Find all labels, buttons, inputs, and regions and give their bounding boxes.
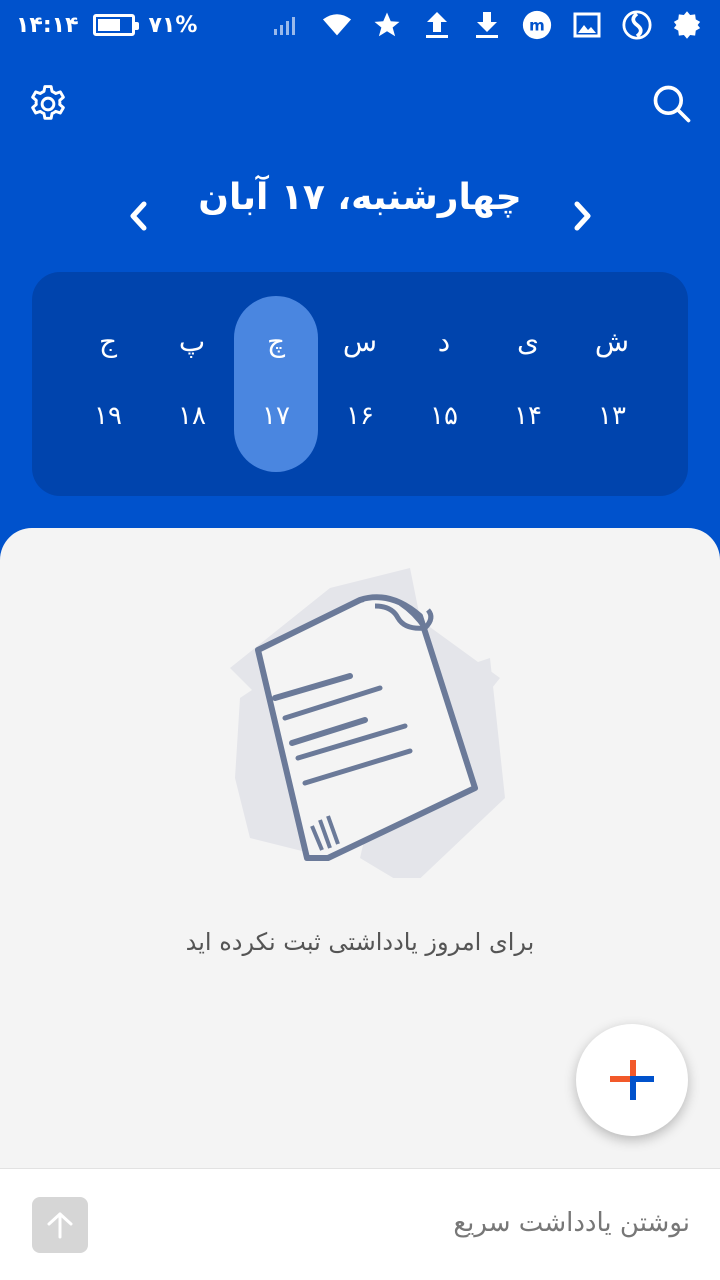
day-name: س — [342, 325, 378, 358]
gallery-icon — [572, 10, 602, 40]
day-item-doshanbe[interactable]: د ۱۵ — [402, 296, 486, 472]
day-item-yekshanbe[interactable]: ی ۱۴ — [486, 296, 570, 472]
svg-text:m: m — [529, 16, 545, 34]
week-strip: ش ۱۳ ی ۱۴ د ۱۵ س ۱۶ چ ۱۷ پ ۱۸ ج ۱۹ — [32, 272, 688, 496]
upload-icon — [422, 10, 452, 40]
next-day-button[interactable] — [558, 192, 606, 240]
battery-percent: ۷۱% — [148, 12, 198, 38]
app-s-icon — [622, 10, 652, 40]
prev-day-button[interactable] — [115, 192, 163, 240]
day-number: ۱۸ — [178, 401, 206, 431]
gear-badge-icon — [672, 10, 702, 40]
day-name: د — [437, 325, 451, 358]
day-name: ی — [517, 325, 539, 358]
status-left: ۱۴:۱۴ ۷۱% — [16, 13, 197, 38]
battery-icon — [92, 14, 139, 36]
day-name: ج — [98, 325, 118, 358]
app-m-icon: m — [522, 10, 552, 40]
search-icon — [653, 85, 691, 123]
chevron-left-icon — [130, 201, 147, 231]
day-name: چ — [266, 325, 286, 358]
chevron-right-icon — [574, 201, 591, 231]
empty-state-message: برای امروز یادداشتی ثبت نکرده اید — [185, 928, 535, 956]
day-number: ۱۵ — [430, 401, 458, 431]
day-item-seshanbe[interactable]: س ۱۶ — [318, 296, 402, 472]
wifi-icon — [322, 10, 352, 40]
search-button[interactable] — [648, 80, 696, 128]
day-item-panjshanbe[interactable]: پ ۱۸ — [150, 296, 234, 472]
day-name: ش — [594, 325, 630, 358]
settings-button[interactable] — [24, 80, 72, 128]
day-item-shanbe[interactable]: ش ۱۳ — [570, 296, 654, 472]
battery-level — [97, 19, 121, 31]
status-bar: ۱۴:۱۴ ۷۱% m — [0, 0, 720, 50]
date-title: چهارشنبه، ۱۷ آبان — [198, 177, 522, 218]
add-note-button[interactable] — [576, 1024, 688, 1136]
day-item-jome[interactable]: ج ۱۹ — [66, 296, 150, 472]
day-number: ۱۳ — [598, 401, 626, 431]
arrow-up-icon — [47, 1212, 73, 1239]
paper-note-icon — [230, 568, 505, 878]
status-right: m — [272, 10, 702, 40]
star-icon — [372, 10, 402, 40]
download-icon — [472, 10, 502, 40]
signal-icon — [272, 10, 302, 40]
quick-note-bar — [0, 1168, 720, 1280]
status-time: ۱۴:۱۴ — [16, 12, 79, 38]
day-name: پ — [178, 325, 206, 358]
day-number: ۱۹ — [94, 401, 122, 431]
day-number: ۱۴ — [514, 401, 542, 431]
notes-sheet: برای امروز یادداشتی ثبت نکرده اید — [0, 528, 720, 1168]
gear-icon — [31, 85, 65, 120]
plus-icon — [610, 1060, 654, 1100]
day-number: ۱۶ — [346, 401, 374, 431]
quick-note-input[interactable] — [110, 1193, 690, 1253]
send-quick-note-button[interactable] — [32, 1197, 88, 1253]
day-item-chaharshanbe-selected[interactable]: چ ۱۷ — [234, 296, 318, 472]
day-number: ۱۷ — [262, 401, 290, 431]
